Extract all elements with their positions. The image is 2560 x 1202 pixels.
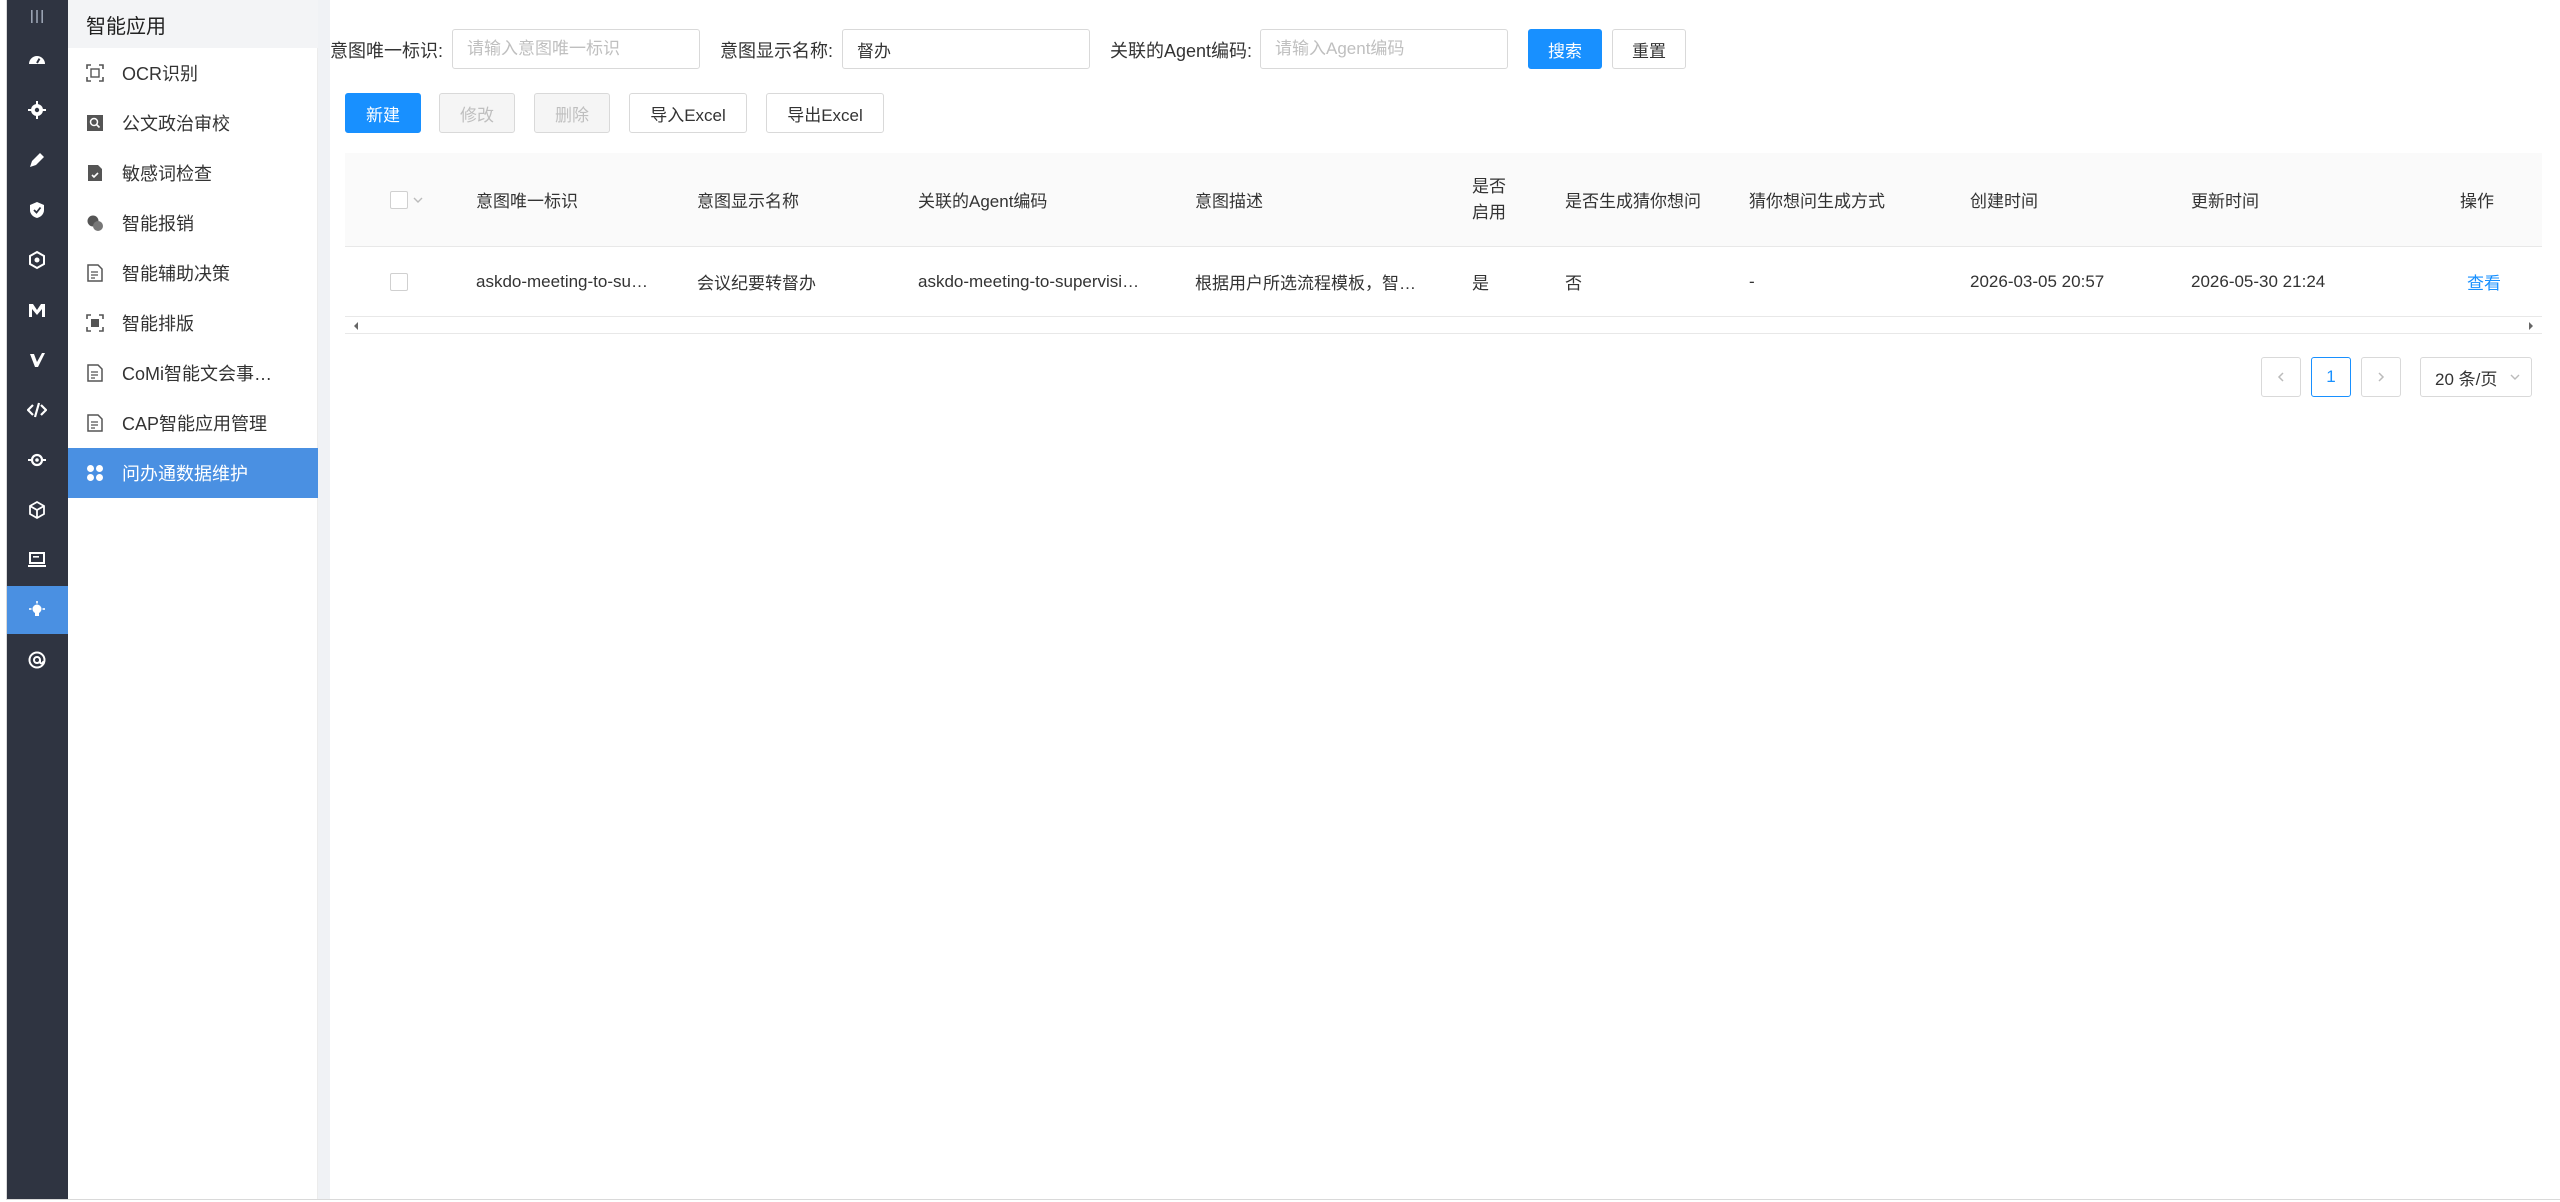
agent-code-input[interactable] bbox=[1260, 29, 1508, 69]
row-checkbox[interactable] bbox=[390, 272, 408, 291]
select-all-cell bbox=[390, 153, 440, 246]
content-gutter bbox=[318, 0, 330, 1200]
next-page-button[interactable] bbox=[2361, 357, 2401, 397]
sidebar-item-label: 智能辅助决策 bbox=[122, 264, 230, 284]
intent-name-input[interactable] bbox=[842, 29, 1090, 69]
delete-button[interactable]: 删除 bbox=[534, 93, 610, 133]
sidebar-item-label: 问办通数据维护 bbox=[122, 464, 248, 484]
cell-gen-guess: 否 bbox=[1565, 274, 1582, 293]
intent-name-label: 意图显示名称: bbox=[720, 41, 834, 61]
sidebar-item-reimbursement[interactable]: 智能报销 bbox=[68, 198, 318, 248]
dashboard-icon[interactable] bbox=[6, 36, 68, 84]
sidebar-item-label: CAP智能应用管理 bbox=[122, 414, 268, 434]
icon-rail bbox=[6, 0, 68, 1200]
intent-id-label: 意图唯一标识: bbox=[330, 41, 444, 61]
scroll-left-arrow-icon[interactable] bbox=[351, 320, 361, 332]
page-number[interactable]: 1 bbox=[2311, 357, 2351, 397]
chevron-left-icon bbox=[2277, 372, 2284, 382]
view-link[interactable]: 查看 bbox=[2467, 247, 2527, 316]
header-gen-guess[interactable]: 是否生成猜你想问 bbox=[1565, 153, 1745, 246]
app-sidebar: 智能应用 OCR识别 公文政治审校 敏感词检查 智能报销 智能辅助决策 智能排版… bbox=[68, 0, 318, 1200]
sidebar-item-comi-meeting[interactable]: CoMi智能文会事… bbox=[68, 348, 318, 398]
header-intent-name[interactable]: 意图显示名称 bbox=[697, 153, 907, 246]
grid-circles-icon bbox=[87, 465, 103, 481]
settings-gear-icon[interactable] bbox=[6, 86, 68, 134]
chevron-down-icon bbox=[2510, 374, 2520, 380]
header-intent-id[interactable]: 意图唯一标识 bbox=[476, 153, 686, 246]
cell-guess-mode: - bbox=[1749, 271, 1755, 291]
sidebar-item-sensitive-words[interactable]: 敏感词检查 bbox=[68, 148, 318, 198]
chevron-right-icon bbox=[2378, 372, 2385, 382]
scroll-right-arrow-icon[interactable] bbox=[2526, 320, 2536, 332]
sidebar-item-label: 敏感词检查 bbox=[122, 164, 212, 184]
sidebar-item-political-review[interactable]: 公文政治审校 bbox=[68, 98, 318, 148]
shield-check-icon[interactable] bbox=[6, 186, 68, 234]
lightbulb-icon[interactable] bbox=[6, 586, 68, 634]
cell-enabled: 是 bbox=[1472, 274, 1489, 293]
sidebar-item-decision-support[interactable]: 智能辅助决策 bbox=[68, 248, 318, 298]
hexagon-icon[interactable] bbox=[6, 236, 68, 284]
agent-code-label: 关联的Agent编码: bbox=[1110, 41, 1253, 61]
header-description[interactable]: 意图描述 bbox=[1195, 153, 1465, 246]
reset-button[interactable]: 重置 bbox=[1612, 29, 1686, 69]
cube-icon[interactable] bbox=[6, 486, 68, 534]
header-agent-code[interactable]: 关联的Agent编码 bbox=[918, 153, 1188, 246]
import-excel-button[interactable]: 导入Excel bbox=[629, 93, 747, 133]
export-excel-button[interactable]: 导出Excel bbox=[766, 93, 884, 133]
cell-created: 2026-03-05 20:57 bbox=[1970, 271, 2105, 291]
sidebar-item-wenbantong-data[interactable]: 问办通数据维护 bbox=[68, 448, 318, 498]
edit-button[interactable]: 修改 bbox=[439, 93, 515, 133]
sidebar-item-ocr[interactable]: OCR识别 bbox=[68, 48, 318, 98]
chevron-down-icon[interactable] bbox=[412, 194, 424, 206]
sidebar-item-label: CoMi智能文会事… bbox=[122, 364, 273, 384]
ocr-scan-icon bbox=[86, 64, 104, 82]
coins-icon bbox=[87, 215, 103, 231]
cell-intent-id: askdo-meeting-to-su… bbox=[476, 271, 648, 291]
sidebar-title: 智能应用 bbox=[68, 0, 318, 48]
chip-gear-icon[interactable] bbox=[6, 436, 68, 484]
layout-scan-icon bbox=[86, 314, 104, 332]
monitor-icon[interactable] bbox=[6, 536, 68, 584]
header-created[interactable]: 创建时间 bbox=[1970, 153, 2180, 246]
table-row[interactable]: askdo-meeting-to-su… 会议纪要转督办 askdo-meeti… bbox=[345, 247, 2542, 317]
document-icon bbox=[87, 364, 103, 382]
sidebar-item-typesetting[interactable]: 智能排版 bbox=[68, 298, 318, 348]
v-logo-icon[interactable] bbox=[6, 336, 68, 384]
sidebar-item-label: 智能排版 bbox=[122, 314, 194, 334]
cell-description: 根据用户所选流程模板，智… bbox=[1195, 274, 1416, 293]
search-button[interactable]: 搜索 bbox=[1528, 29, 1602, 69]
prev-page-button[interactable] bbox=[2261, 357, 2301, 397]
document-icon bbox=[87, 264, 103, 282]
sidebar-item-cap-management[interactable]: CAP智能应用管理 bbox=[68, 398, 318, 448]
row-select-cell bbox=[390, 247, 430, 316]
select-all-checkbox[interactable] bbox=[390, 190, 408, 209]
header-enabled[interactable]: 是否启用 bbox=[1472, 153, 1518, 246]
code-icon[interactable] bbox=[6, 386, 68, 434]
search-document-icon bbox=[87, 115, 103, 131]
edit-icon[interactable] bbox=[6, 136, 68, 184]
new-button[interactable]: 新建 bbox=[345, 93, 421, 133]
cell-updated: 2026-05-30 21:24 bbox=[2191, 271, 2326, 291]
sidebar-item-label: OCR识别 bbox=[122, 64, 198, 84]
menu-toggle-icon[interactable] bbox=[6, 0, 68, 34]
sidebar-item-label: 公文政治审校 bbox=[122, 114, 230, 134]
sidebar-item-label: 智能报销 bbox=[122, 214, 194, 234]
intent-id-input[interactable] bbox=[452, 29, 700, 69]
document-icon bbox=[87, 414, 103, 432]
m-logo-icon[interactable] bbox=[6, 286, 68, 334]
cell-intent-name: 会议纪要转督办 bbox=[697, 274, 816, 293]
cell-agent-code: askdo-meeting-to-supervisi… bbox=[918, 271, 1140, 291]
header-updated[interactable]: 更新时间 bbox=[2191, 153, 2401, 246]
header-guess-mode[interactable]: 猜你想问生成方式 bbox=[1749, 153, 1959, 246]
header-action: 操作 bbox=[2460, 192, 2494, 211]
at-sign-icon[interactable] bbox=[6, 636, 68, 684]
table-horizontal-scrollbar[interactable] bbox=[345, 318, 2542, 334]
table-header: 意图唯一标识 意图显示名称 关联的Agent编码 意图描述 是否启用 是否生成猜… bbox=[345, 153, 2542, 247]
document-check-icon bbox=[88, 165, 102, 181]
page-size-label: 20 条/页 bbox=[2435, 369, 2498, 389]
page-size-select[interactable]: 20 条/页 bbox=[2420, 357, 2532, 397]
